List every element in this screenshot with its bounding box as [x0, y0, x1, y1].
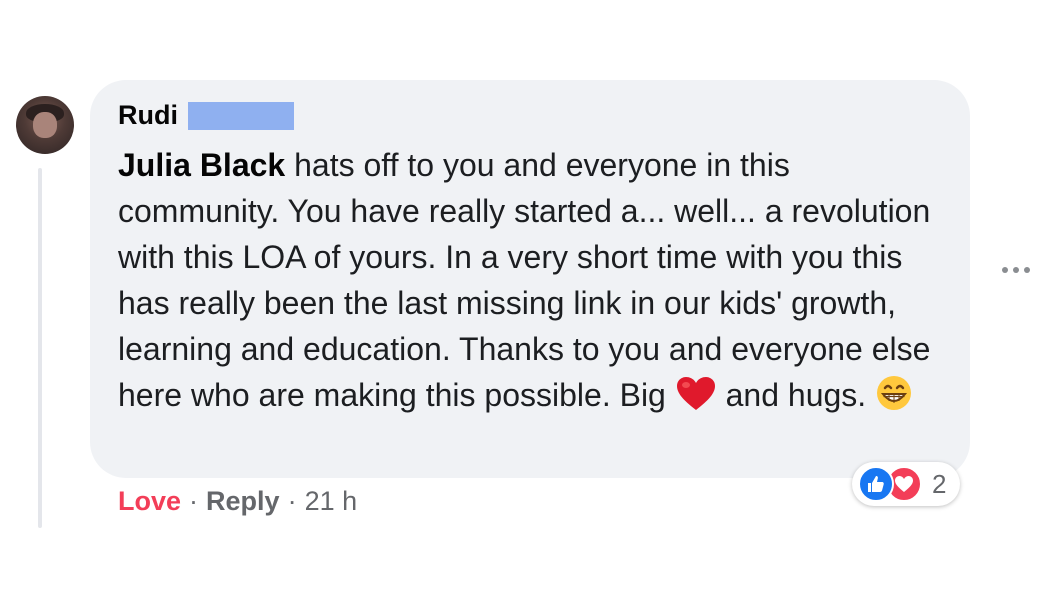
redacted-surname: [188, 101, 294, 130]
more-options-icon[interactable]: [1002, 267, 1030, 273]
like-icon: [858, 466, 894, 502]
dot: [1024, 267, 1030, 273]
author-name[interactable]: Rudi: [118, 100, 178, 131]
author-row: Rudi: [118, 100, 294, 131]
comment-text: Julia Black hats off to you and everyone…: [118, 142, 938, 424]
separator: ·: [287, 486, 297, 516]
avatar-face: [33, 112, 57, 138]
avatar[interactable]: [16, 96, 74, 154]
comment-actions: Love · Reply · 21 h: [118, 486, 357, 517]
mention-link[interactable]: Julia Black: [118, 147, 285, 183]
comment-body-end: and hugs.: [716, 377, 876, 413]
love-reaction-button[interactable]: Love: [118, 486, 181, 517]
dot: [1002, 267, 1008, 273]
reaction-count: 2: [932, 468, 947, 499]
reactions-summary[interactable]: 2: [852, 462, 961, 506]
dot: [1013, 267, 1019, 273]
heart-emoji-icon: [675, 376, 717, 424]
grinning-face-emoji-icon: [875, 374, 913, 424]
separator: ·: [189, 486, 199, 516]
timestamp[interactable]: 21 h: [305, 486, 358, 517]
comment-body: hats off to you and everyone in this com…: [118, 147, 931, 413]
thread-line: [38, 168, 42, 528]
reply-button[interactable]: Reply: [206, 486, 280, 517]
